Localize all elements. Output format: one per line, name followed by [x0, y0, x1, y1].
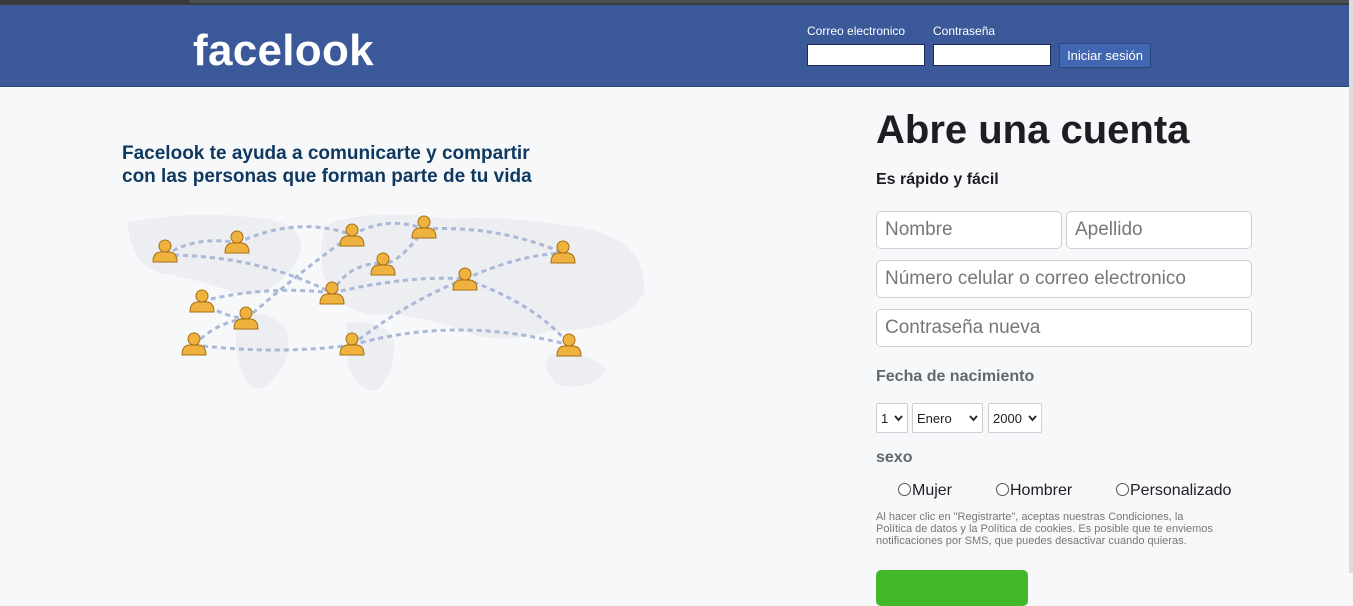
- terms-line-1: Al hacer clic en "Registrarte", aceptas …: [876, 511, 1184, 523]
- gender-option-hombrer[interactable]: Hombrer: [996, 482, 1072, 500]
- scrollbar[interactable]: [1349, 0, 1353, 573]
- tagline: Facelook te ayuda a comunicarte y compar…: [122, 142, 582, 188]
- radio-button[interactable]: [898, 482, 911, 496]
- birthday-year-value: 2000: [993, 410, 1022, 426]
- birthday-day-value: 1: [881, 410, 889, 426]
- header-bar: facelook Correo electronico Contraseña I…: [0, 5, 1349, 87]
- browser-top-strip-inner: [190, 0, 1350, 3]
- signup-title: Abre una cuenta: [876, 108, 1190, 152]
- people-network-icon: [128, 214, 645, 391]
- new-password-input[interactable]: [876, 309, 1252, 347]
- site-logo[interactable]: facelook: [193, 29, 374, 73]
- contact-input[interactable]: [876, 260, 1252, 298]
- login-password-label: Contraseña: [933, 24, 996, 38]
- tagline-line-1: Facelook te ayuda a comunicarte y compar…: [122, 143, 530, 164]
- birthday-month-select[interactable]: Enero: [912, 403, 983, 433]
- birthday-year-select[interactable]: 2000: [988, 403, 1042, 433]
- gender-option-mujer[interactable]: Mujer: [898, 482, 952, 500]
- radio-button[interactable]: [996, 482, 1009, 496]
- chevron-down-icon: [894, 415, 903, 422]
- gender-option-label: Mujer: [912, 482, 953, 499]
- login-email-input[interactable]: [807, 44, 925, 66]
- last-name-input[interactable]: [1066, 211, 1252, 249]
- login-email-label: Correo electronico: [807, 24, 906, 38]
- tagline-line-2: con las personas que forman parte de tu …: [122, 166, 532, 187]
- login-password-input[interactable]: [933, 44, 1051, 66]
- birthday-day-select[interactable]: 1: [876, 403, 908, 433]
- birthday-label: Fecha de nacimiento: [876, 368, 1035, 385]
- gender-label: sexo: [876, 449, 913, 466]
- register-button[interactable]: [876, 570, 1028, 606]
- radio-button[interactable]: [1116, 482, 1129, 496]
- gender-option-label: Personalizado: [1130, 482, 1232, 499]
- chevron-down-icon: [1028, 415, 1037, 422]
- terms-line-2: Política de datos y la Política de cooki…: [876, 523, 1213, 535]
- birthday-month-value: Enero: [917, 410, 952, 426]
- login-button[interactable]: Iniciar sesión: [1059, 43, 1151, 68]
- terms-line-3: notificaciones por SMS, que puedes desac…: [876, 535, 1187, 547]
- gender-option-personalizado[interactable]: Personalizado: [1116, 482, 1231, 500]
- signup-subtitle: Es rápido y fácil: [876, 171, 999, 188]
- terms-text: Al hacer clic en "Registrarte", aceptas …: [876, 511, 1221, 547]
- first-name-input[interactable]: [876, 211, 1062, 249]
- gender-option-label: Hombrer: [1010, 482, 1073, 499]
- chevron-down-icon: [969, 415, 978, 422]
